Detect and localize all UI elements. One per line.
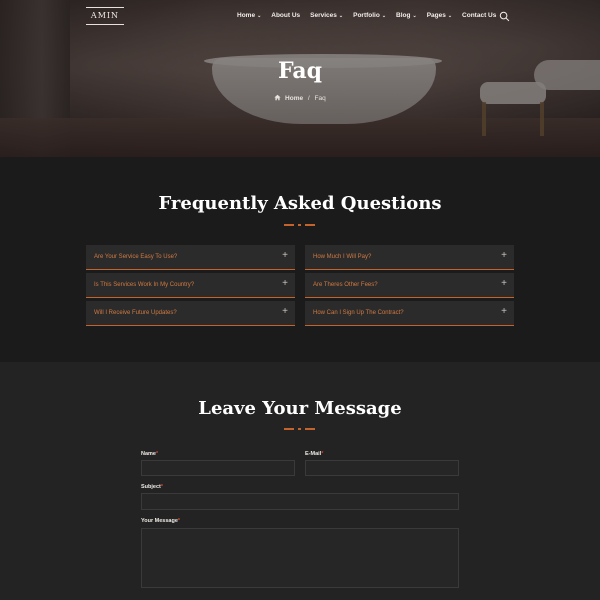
required-marker: * — [177, 518, 181, 524]
faq-question: Are Your Service Easy To Use? — [94, 254, 178, 260]
nav-item-label: Contact Us — [462, 12, 497, 19]
chevron-down-icon: ⌄ — [381, 13, 387, 19]
divider-dash — [284, 224, 294, 226]
email-input[interactable] — [305, 460, 459, 476]
faq-item-sign-up-contract[interactable]: How Can I Sign Up The Contract? + — [305, 301, 514, 326]
logo-text: AMIN — [90, 11, 120, 20]
nav-item-blog[interactable]: Blog ⌄ — [396, 12, 417, 19]
name-label-text: Name — [141, 451, 156, 457]
faq-question: Is This Services Work In My Country? — [94, 282, 195, 288]
faq-item-how-much-pay[interactable]: How Much I Will Pay? + — [305, 245, 514, 270]
site-logo[interactable]: AMIN — [86, 7, 124, 25]
breadcrumb: Home / Faq — [0, 94, 600, 102]
plus-icon[interactable]: + — [501, 250, 507, 262]
name-input[interactable] — [141, 460, 295, 476]
nav-menu: Home ⌄ About Us Services ⌄ Portfolio ⌄ Blog… — [237, 12, 506, 19]
subject-label: Subject* — [141, 484, 163, 490]
plus-icon[interactable]: + — [282, 250, 288, 262]
nav-item-label: About Us — [271, 12, 301, 19]
divider-dash — [305, 224, 315, 226]
email-label-text: E-Mail — [305, 451, 322, 457]
subject-input[interactable] — [141, 493, 459, 510]
breadcrumb-home-link[interactable]: Home — [285, 95, 303, 102]
nav-item-contact-us[interactable]: Contact Us — [462, 12, 496, 19]
section-divider — [284, 428, 316, 431]
faq-item-other-fees[interactable]: Are Theres Other Fees? + — [305, 273, 514, 298]
page-title: Faq — [277, 58, 323, 84]
nav-item-pages[interactable]: Pages ⌄ — [427, 12, 452, 19]
required-marker: * — [160, 484, 164, 490]
search-icon[interactable] — [499, 11, 510, 22]
chevron-down-icon: ⌄ — [412, 13, 417, 19]
hero-banner: AMIN Home ⌄ About Us Services ⌄ Portfolio ⌄… — [0, 0, 600, 157]
divider-dot — [298, 224, 301, 226]
faq-question: How Can I Sign Up The Contract? — [313, 310, 404, 316]
breadcrumb-current: Faq — [314, 95, 326, 102]
faq-item-work-in-country[interactable]: Is This Services Work In My Country? + — [86, 273, 295, 298]
nav-item-services[interactable]: Services ⌄ — [310, 12, 343, 19]
subject-label-text: Subject — [141, 484, 161, 490]
plus-icon[interactable]: + — [501, 306, 507, 318]
plus-icon[interactable]: + — [501, 278, 507, 290]
nav-item-about-us[interactable]: About Us — [271, 12, 300, 19]
message-heading: Leave Your Message — [198, 398, 402, 419]
required-marker: * — [155, 451, 159, 457]
nav-item-home[interactable]: Home ⌄ — [237, 12, 261, 19]
section-divider — [284, 224, 316, 227]
contact-form-section: Leave Your Message Name* E-Mail* Subject… — [0, 362, 600, 600]
faq-question: Are Theres Other Fees? — [313, 282, 378, 288]
divider-dash — [284, 428, 294, 430]
faq-question: How Much I Will Pay? — [313, 254, 372, 260]
message-textarea[interactable] — [141, 528, 459, 588]
message-label-text: Your Message — [141, 518, 178, 524]
chevron-down-icon: ⌄ — [257, 13, 262, 19]
message-label: Your Message* — [141, 518, 180, 524]
chevron-down-icon: ⌄ — [338, 13, 344, 19]
divider-dash — [305, 428, 315, 430]
nav-item-label: Services — [310, 12, 337, 19]
name-label: Name* — [141, 451, 158, 457]
plus-icon[interactable]: + — [282, 306, 288, 318]
email-label: E-Mail* — [305, 451, 323, 457]
divider-dot — [298, 428, 301, 430]
faq-item-future-updates[interactable]: Will I Receive Future Updates? + — [86, 301, 295, 326]
plus-icon[interactable]: + — [282, 278, 288, 290]
top-navigation: AMIN Home ⌄ About Us Services ⌄ Portfolio ⌄… — [0, 0, 600, 34]
nav-item-portfolio[interactable]: Portfolio ⌄ — [353, 12, 386, 19]
breadcrumb-separator: / — [307, 95, 310, 102]
faq-question: Will I Receive Future Updates? — [94, 310, 177, 316]
faq-section: Frequently Asked Questions Are Your Serv… — [0, 157, 600, 362]
nav-item-label: Pages — [426, 12, 446, 19]
home-icon — [274, 94, 281, 101]
required-marker: * — [321, 451, 324, 457]
nav-item-label: Blog — [396, 12, 411, 19]
chevron-down-icon: ⌄ — [447, 13, 453, 19]
faq-item-easy-to-use[interactable]: Are Your Service Easy To Use? + — [86, 245, 295, 270]
nav-item-label: Home — [237, 12, 256, 19]
nav-item-label: Portfolio — [353, 12, 380, 19]
faq-heading: Frequently Asked Questions — [158, 193, 442, 214]
